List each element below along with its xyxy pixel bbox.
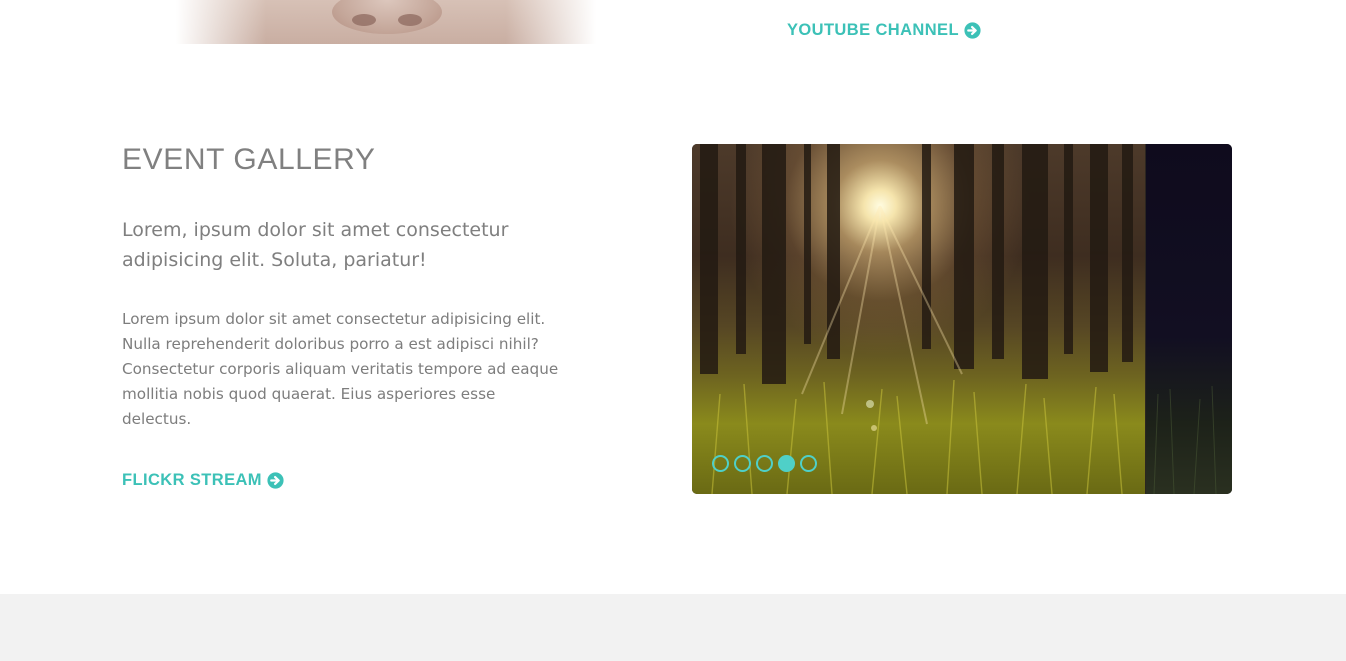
event-gallery-body: Lorem ipsum dolor sit amet consectetur a…: [122, 310, 559, 428]
slider-dot-2[interactable]: [734, 455, 751, 472]
event-gallery-lead: Lorem, ipsum dolor sit amet consectetur …: [122, 219, 509, 271]
slider-dot-3[interactable]: [756, 455, 773, 472]
youtube-channel-label: YOUTUBE CHANNEL: [787, 21, 959, 39]
gallery-slide-next: [1145, 144, 1232, 494]
flickr-stream-label: FLICKR STREAM: [122, 471, 262, 489]
slider-dot-4[interactable]: [778, 455, 795, 472]
gallery-slide-forest: [692, 144, 1145, 494]
event-gallery-title: EVENT GALLERY: [122, 143, 376, 176]
youtube-channel-link[interactable]: YOUTUBE CHANNEL: [787, 21, 981, 40]
flickr-stream-link[interactable]: FLICKR STREAM: [122, 471, 284, 490]
event-gallery-slider[interactable]: [692, 144, 1232, 494]
forest-image: [700, 144, 1133, 494]
circle-arrow-right-icon: [964, 22, 981, 39]
portrait-photo: [176, 0, 596, 44]
footer-section: [0, 594, 1346, 661]
portrait-nose: [332, 0, 442, 34]
page: YOUTUBE CHANNEL EVENT GALLERY Lorem, ips…: [0, 0, 1346, 661]
slider-dot-1[interactable]: [712, 455, 729, 472]
circle-arrow-right-icon: [267, 472, 284, 489]
slider-dot-5[interactable]: [800, 455, 817, 472]
slider-pagination: [712, 455, 817, 472]
